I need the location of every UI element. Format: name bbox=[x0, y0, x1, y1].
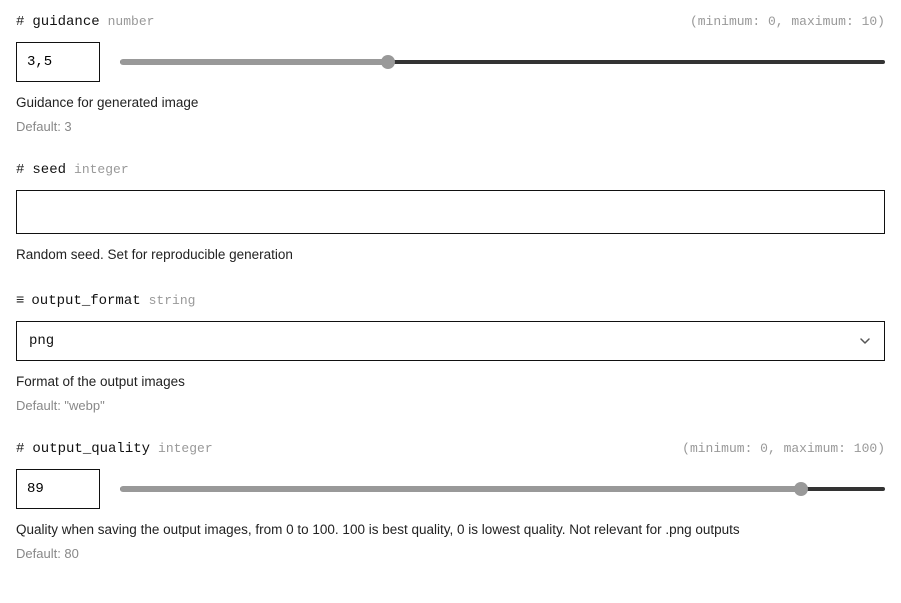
seed-input[interactable] bbox=[16, 190, 885, 234]
field-seed: # seed integer Random seed. Set for repr… bbox=[16, 162, 885, 265]
hash-icon: # bbox=[16, 14, 24, 30]
field-name-label: output_format bbox=[31, 293, 140, 309]
field-range-label: (minimum: 0, maximum: 100) bbox=[682, 441, 885, 456]
field-label-group: ≡ output_format string bbox=[16, 293, 195, 309]
field-output-quality: # output_quality integer (minimum: 0, ma… bbox=[16, 441, 885, 561]
field-type-label: number bbox=[108, 14, 155, 29]
field-label-group: # seed integer bbox=[16, 162, 129, 178]
output-quality-input[interactable] bbox=[16, 469, 100, 509]
hash-icon: # bbox=[16, 441, 24, 457]
field-range-label: (minimum: 0, maximum: 10) bbox=[690, 14, 885, 29]
slider-thumb[interactable] bbox=[794, 482, 808, 496]
field-header: # output_quality integer (minimum: 0, ma… bbox=[16, 441, 885, 457]
chevron-down-icon bbox=[858, 334, 872, 348]
control-row bbox=[16, 469, 885, 509]
field-description: Guidance for generated image bbox=[16, 94, 885, 113]
output-format-select[interactable]: png bbox=[16, 321, 885, 361]
list-icon: ≡ bbox=[16, 293, 23, 309]
hash-icon: # bbox=[16, 162, 24, 178]
select-value: png bbox=[29, 333, 54, 349]
field-type-label: string bbox=[149, 293, 196, 308]
output-format-select-wrap: png bbox=[16, 321, 885, 361]
field-label-group: # output_quality integer bbox=[16, 441, 213, 457]
field-type-label: integer bbox=[158, 441, 213, 456]
field-header: # guidance number (minimum: 0, maximum: … bbox=[16, 14, 885, 30]
field-description: Random seed. Set for reproducible genera… bbox=[16, 246, 885, 265]
field-name-label: output_quality bbox=[32, 441, 150, 457]
field-description: Quality when saving the output images, f… bbox=[16, 521, 885, 540]
field-type-label: integer bbox=[74, 162, 129, 177]
slider-thumb[interactable] bbox=[381, 55, 395, 69]
field-output-format: ≡ output_format string png Format of the… bbox=[16, 293, 885, 413]
field-guidance: # guidance number (minimum: 0, maximum: … bbox=[16, 14, 885, 134]
field-default: Default: "webp" bbox=[16, 398, 885, 413]
slider-fill bbox=[120, 59, 388, 65]
field-default: Default: 3 bbox=[16, 119, 885, 134]
field-header: ≡ output_format string bbox=[16, 293, 885, 309]
field-name-label: seed bbox=[32, 162, 66, 178]
guidance-slider[interactable] bbox=[120, 52, 885, 72]
field-default: Default: 80 bbox=[16, 546, 885, 561]
field-name-label: guidance bbox=[32, 14, 99, 30]
guidance-input[interactable] bbox=[16, 42, 100, 82]
field-label-group: # guidance number bbox=[16, 14, 154, 30]
output-quality-slider[interactable] bbox=[120, 479, 885, 499]
slider-fill bbox=[120, 486, 801, 492]
field-description: Format of the output images bbox=[16, 373, 885, 392]
field-header: # seed integer bbox=[16, 162, 885, 178]
control-row bbox=[16, 42, 885, 82]
